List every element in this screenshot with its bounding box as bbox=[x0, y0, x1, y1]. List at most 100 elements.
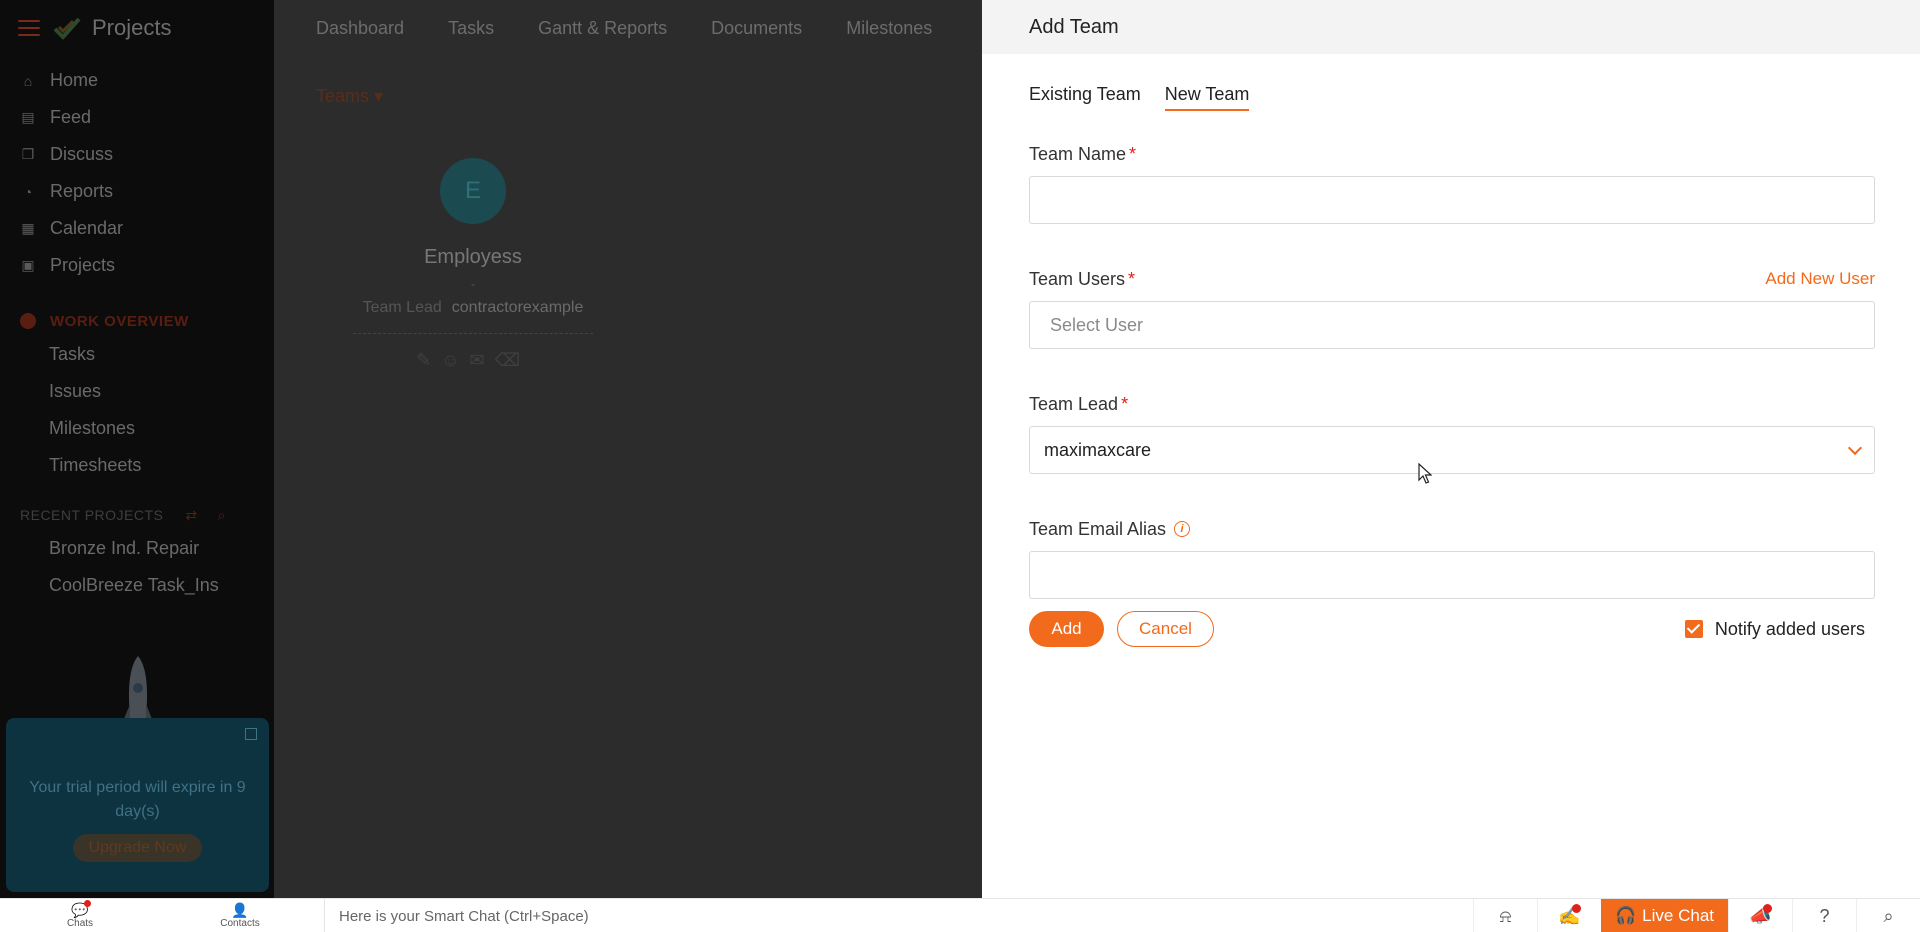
sidebar-item-discuss[interactable]: ❐ Discuss bbox=[0, 136, 274, 173]
info-icon[interactable]: i bbox=[1174, 521, 1191, 537]
team-name: Employess bbox=[424, 246, 522, 268]
announcement-icon[interactable]: 📣 bbox=[1728, 899, 1792, 932]
team-users-select[interactable]: Select User bbox=[1029, 301, 1875, 349]
add-new-user-link[interactable]: Add New User bbox=[1765, 269, 1875, 289]
chevron-down-icon bbox=[1847, 440, 1863, 455]
live-chat-label: Live Chat bbox=[1642, 906, 1714, 925]
sidebar-item-feed[interactable]: ▤ Feed bbox=[0, 99, 274, 136]
divider bbox=[353, 333, 593, 334]
reminder-icon[interactable]: ⍾ bbox=[1473, 899, 1537, 932]
team-email-alias-label: Team Email Alias i bbox=[1029, 517, 1875, 541]
sidebar-item-tasks[interactable]: Tasks bbox=[0, 336, 274, 373]
team-lead-value: maximaxcare bbox=[1044, 439, 1152, 460]
label-text: Team Users bbox=[1029, 268, 1126, 289]
mentions-icon[interactable]: ✍ bbox=[1537, 899, 1601, 932]
team-actions: ✎☺✉⌫ bbox=[348, 350, 598, 371]
recent-project-item[interactable]: Bronze Ind. Repair bbox=[0, 530, 274, 567]
form-actions: Add Cancel Notify added users bbox=[1029, 611, 1875, 647]
calendar-icon: ▦ bbox=[21, 220, 35, 236]
cancel-button[interactable]: Cancel bbox=[1117, 611, 1214, 647]
label-text: Team Lead bbox=[1029, 393, 1119, 414]
sidebar-item-issues[interactable]: Issues bbox=[0, 373, 274, 410]
notify-added-users[interactable]: Notify added users bbox=[1684, 618, 1865, 640]
help-icon[interactable]: ? bbox=[1792, 899, 1856, 932]
sidebar-item-label: Reports bbox=[50, 181, 114, 201]
sidebar-nav: ⌂ Home ▤ Feed ❐ Discuss ◔ Reports ▦ Calendar … bbox=[0, 62, 274, 284]
filter-icon[interactable]: ⇄ bbox=[185, 507, 197, 524]
team-card[interactable]: E Employess - Team Lead contractorexample… bbox=[348, 158, 598, 371]
brand-title: Projects bbox=[92, 15, 172, 40]
team-name-input[interactable] bbox=[1029, 176, 1875, 224]
sidebar-item-calendar[interactable]: ▦ Calendar bbox=[0, 210, 274, 247]
team-lead-select[interactable]: maximaxcare bbox=[1029, 426, 1875, 474]
add-team-drawer: Add Team Existing Team New Team Team Nam… bbox=[982, 0, 1920, 898]
sidebar: Projects ⌂ Home ▤ Feed ❐ Discuss ◔ Reports ▦… bbox=[0, 0, 274, 898]
headset-icon: 🎧 bbox=[1615, 906, 1637, 925]
work-overview-title: WORK OVERVIEW bbox=[50, 312, 189, 330]
trial-banner: Your trial period will expire in 9 day(s… bbox=[6, 718, 269, 892]
team-users-label: Team Users * Add New User bbox=[1029, 267, 1875, 291]
work-overview-header[interactable]: WORK OVERVIEW bbox=[0, 306, 274, 336]
team-lead-row: Team Lead contractorexample bbox=[348, 299, 598, 317]
required-marker: * bbox=[1121, 393, 1129, 414]
notify-checkbox[interactable] bbox=[1684, 620, 1703, 638]
teams-dropdown-label: Teams bbox=[316, 86, 370, 106]
recent-projects-title: RECENT PROJECTS bbox=[20, 507, 164, 523]
email-icon[interactable]: ✉ bbox=[469, 350, 494, 370]
teams-dropdown[interactable]: Teams ▾ bbox=[316, 86, 982, 107]
notification-badge bbox=[1572, 904, 1581, 913]
contacts-icon: 👤 bbox=[231, 902, 249, 918]
recent-projects-header: RECENT PROJECTS ⇄ ⌕ bbox=[0, 500, 274, 530]
bottom-bar: 💬 Chats 👤 Contacts Here is your Smart Ch… bbox=[0, 898, 1920, 932]
sidebar-item-reports[interactable]: ◔ Reports bbox=[0, 173, 274, 210]
mouse-cursor-icon bbox=[1418, 463, 1432, 484]
label-text: Team Email Alias bbox=[1029, 518, 1167, 539]
tab-dashboard[interactable]: Dashboard bbox=[316, 18, 404, 39]
users-icon[interactable]: ☺ bbox=[441, 350, 469, 370]
hamburger-menu-icon[interactable] bbox=[18, 20, 40, 36]
delete-icon[interactable]: ⌫ bbox=[495, 350, 530, 370]
recent-project-item[interactable]: CoolBreeze Task_Ins bbox=[0, 567, 274, 604]
discuss-icon: ❐ bbox=[21, 146, 35, 162]
sidebar-item-label: Calendar bbox=[50, 218, 124, 238]
team-lead-value: contractorexample bbox=[451, 299, 584, 316]
main-content: Dashboard Tasks Gantt & Reports Document… bbox=[274, 0, 982, 898]
brand: Projects bbox=[0, 0, 274, 56]
close-icon[interactable] bbox=[245, 728, 257, 740]
required-marker: * bbox=[1128, 268, 1136, 289]
sidebar-item-milestones[interactable]: Milestones bbox=[0, 410, 274, 447]
tab-tasks[interactable]: Tasks bbox=[448, 18, 494, 39]
required-marker: * bbox=[1129, 143, 1137, 164]
sidebar-item-projects[interactable]: ▣ Projects bbox=[0, 247, 274, 284]
team-name-label: Team Name * bbox=[1029, 142, 1875, 166]
upgrade-button[interactable]: Upgrade Now bbox=[72, 834, 203, 862]
contacts-tab[interactable]: 👤 Contacts bbox=[160, 902, 320, 929]
search-icon[interactable]: ⌕ bbox=[218, 507, 226, 524]
smart-chat-input[interactable]: Here is your Smart Chat (Ctrl+Space) bbox=[324, 899, 1474, 932]
team-lead-label: Team Lead bbox=[362, 299, 442, 316]
sidebar-item-label: Home bbox=[50, 70, 99, 90]
tab-documents[interactable]: Documents bbox=[711, 18, 802, 39]
top-nav: Dashboard Tasks Gantt & Reports Document… bbox=[274, 0, 982, 56]
tab-new-team[interactable]: New Team bbox=[1164, 84, 1250, 111]
home-icon: ⌂ bbox=[23, 72, 33, 89]
sidebar-item-timesheets[interactable]: Timesheets bbox=[0, 447, 274, 484]
tab-gantt-reports[interactable]: Gantt & Reports bbox=[538, 18, 667, 39]
trial-text: Your trial period will expire in 9 day(s… bbox=[29, 779, 246, 820]
live-chat-button[interactable]: 🎧 Live Chat bbox=[1601, 899, 1728, 932]
chevron-down-icon: ▾ bbox=[374, 86, 384, 106]
add-button[interactable]: Add bbox=[1029, 611, 1104, 647]
notify-label: Notify added users bbox=[1714, 618, 1865, 639]
bottom-bar-actions: ⍾ ✍ 🎧 Live Chat 📣 ? ⌕ bbox=[1473, 899, 1920, 932]
notification-badge bbox=[1763, 904, 1772, 913]
contacts-label: Contacts bbox=[220, 918, 260, 929]
search-people-icon[interactable]: ⌕ bbox=[1856, 899, 1920, 932]
tab-existing-team[interactable]: Existing Team bbox=[1029, 84, 1141, 111]
chats-tab[interactable]: 💬 Chats bbox=[0, 900, 160, 929]
chats-label: Chats bbox=[66, 918, 94, 929]
sidebar-item-home[interactable]: ⌂ Home bbox=[0, 62, 274, 99]
tab-milestones[interactable]: Milestones bbox=[846, 18, 932, 39]
label-text: Team Name bbox=[1029, 143, 1127, 164]
team-email-alias-input[interactable] bbox=[1029, 551, 1875, 599]
edit-icon[interactable]: ✎ bbox=[416, 350, 441, 370]
